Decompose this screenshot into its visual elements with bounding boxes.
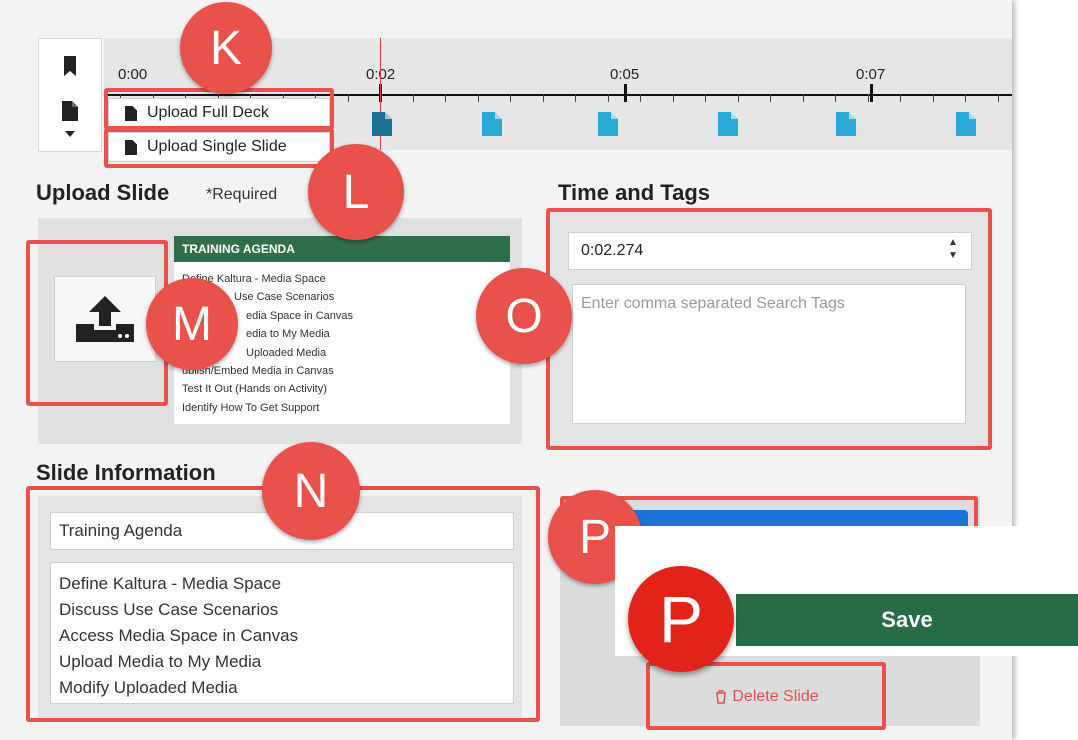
slide-info-heading: Slide Information [36, 460, 216, 485]
minor-tick [672, 94, 674, 102]
minor-tick [770, 94, 771, 102]
minor-tick [510, 94, 511, 102]
minor-tick [867, 94, 869, 102]
slide-marker-icon[interactable] [372, 112, 392, 136]
minor-tick [445, 94, 446, 102]
slide-marker-icon[interactable] [956, 112, 976, 136]
badge-m: M [146, 278, 238, 370]
badge-p-zoom: P [628, 566, 734, 672]
thumbnail-item: Identify How To Get Support [182, 401, 320, 414]
slide-marker-icon[interactable] [598, 112, 618, 136]
slide-marker-icon[interactable] [718, 112, 738, 136]
annotation-box-o [546, 208, 992, 450]
time-label: 0:00 [118, 66, 148, 83]
badge-k: K [180, 2, 272, 94]
badge-n: N [262, 442, 360, 540]
thumbnail-item: Test It Out (Hands on Activity) [182, 383, 327, 396]
bookmark-icon[interactable] [39, 39, 101, 93]
minor-tick [835, 94, 836, 102]
save-button[interactable]: Save [736, 594, 1078, 646]
time-label: 0:07 [856, 66, 886, 83]
minor-tick [997, 94, 999, 102]
minor-tick [607, 94, 609, 102]
minor-tick [640, 94, 641, 102]
required-note: *Required [206, 186, 278, 203]
minor-tick [705, 94, 706, 102]
slide-marker-icon[interactable] [836, 112, 856, 136]
badge-l: L [308, 144, 404, 240]
minor-tick [802, 94, 804, 102]
annotation-box-k [104, 88, 334, 130]
caret-down-icon [65, 131, 75, 137]
major-tick [624, 84, 627, 102]
slide-upload-dropdown[interactable] [39, 93, 101, 147]
badge-o: O [476, 268, 572, 364]
thumbnail-title: TRAINING AGENDA [174, 236, 510, 262]
minor-tick [412, 94, 414, 102]
minor-tick [575, 94, 576, 102]
minor-tick [477, 94, 479, 102]
time-label: 0:05 [610, 66, 640, 83]
major-tick [870, 84, 873, 102]
minor-tick [737, 94, 739, 102]
minor-tick [900, 94, 901, 102]
minor-tick [347, 94, 349, 102]
upload-slide-heading: Upload Slide [36, 180, 170, 205]
annotation-box-l [104, 128, 334, 168]
annotation-box-delete [646, 662, 886, 730]
minor-tick [542, 94, 544, 102]
document-icon [62, 101, 78, 121]
slide-marker-icon[interactable] [482, 112, 502, 136]
minor-tick [932, 94, 934, 102]
minor-tick [965, 94, 966, 102]
timeline-tools [38, 38, 102, 152]
time-tags-heading: Time and Tags [558, 180, 711, 205]
